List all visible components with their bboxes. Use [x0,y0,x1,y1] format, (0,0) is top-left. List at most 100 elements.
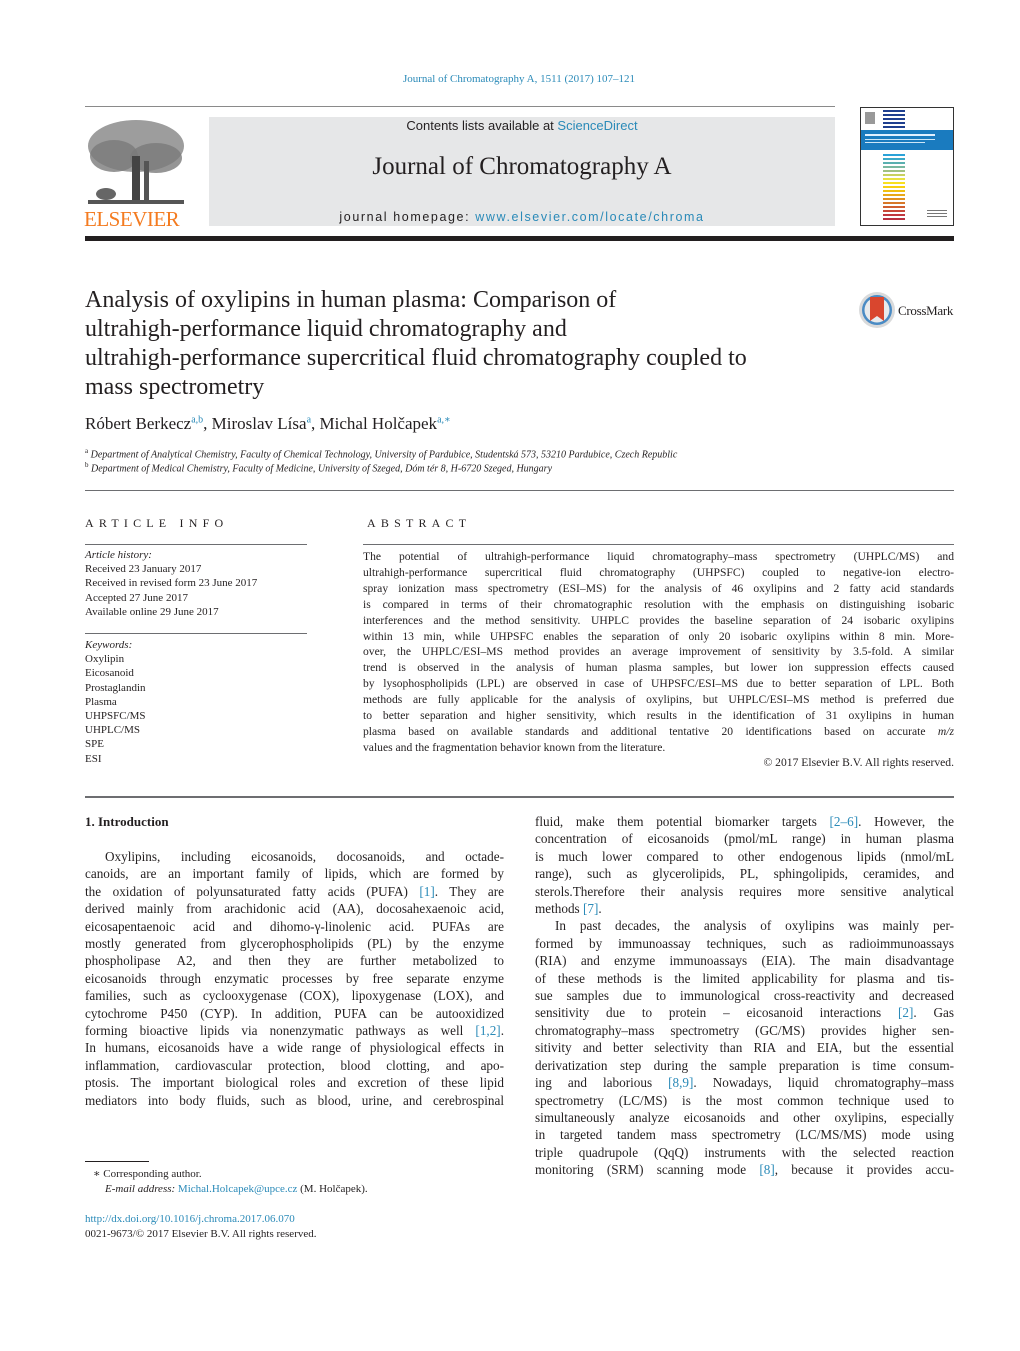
affiliation-a: a Department of Analytical Chemistry, Fa… [85,447,677,460]
abstract-line: is compared in terms of their chromatogr… [363,597,954,611]
email-note: E-mail address: Michal.Holcapek@upce.cz … [93,1182,368,1197]
sciencedirect-link[interactable]: ScienceDirect [557,118,637,133]
article-info-heading: ARTICLE INFO [85,516,229,530]
author-separator: , [203,414,212,433]
body-line: concentration of eicosanoids (pmol/mL ra… [535,831,954,847]
abstract-line: methods are fully applicable for the ana… [363,693,954,707]
header-rule [85,106,835,107]
homepage-line: journal homepage: www.elsevier.com/locat… [209,210,835,224]
keywords-label: Keywords: [85,639,133,651]
body-line: chromatography–mass spectrometry (GC/MS)… [535,1022,954,1038]
history-item: Received in revised form 23 June 2017 [85,577,258,590]
homepage-link[interactable]: www.elsevier.com/locate/chroma [475,210,704,224]
journal-reference-link[interactable]: Journal of Chromatography A, 1511 (2017)… [0,73,1020,85]
email-label: E-mail address: [105,1183,176,1195]
section-rule [85,490,954,491]
affiliation-text: Department of Analytical Chemistry, Facu… [90,449,678,461]
email-suffix: (M. Holčapek). [297,1183,368,1195]
body-line: In humans, eicosanoids have a wide range… [85,1040,504,1056]
keyword-item: ESI [85,752,102,765]
history-item: Received 23 January 2017 [85,563,202,576]
title-line: ultrahigh-performance liquid chromatogra… [85,316,567,342]
body-line: is much lower compared to other endogeno… [535,848,954,864]
body-line: derivatization step during the sample pr… [535,1057,954,1073]
elsevier-logo-text: ELSEVIER [84,207,180,231]
abstract-line: The potential of ultrahigh-performance l… [363,550,954,563]
affiliation-text: Department of Medical Chemistry, Faculty… [91,463,553,475]
author-name[interactable]: Michal Holčapek [320,414,438,433]
abstract-line: interferences and the method sensitivity… [363,613,954,627]
body-line: ing and laborious [8,9]. Nowadays, liqui… [535,1075,954,1091]
corresponding-author-note: ∗ Corresponding author. [93,1167,368,1182]
issn-copyright: 0021-9673/© 2017 Elsevier B.V. All right… [85,1228,317,1240]
citation-link[interactable]: [1] [419,884,434,899]
body-line: sterols.Therefore their analysis require… [535,883,954,899]
body-line: of these methods is the limited applicab… [535,970,954,986]
body-line: sitivity and better selectivity than RIA… [535,1040,954,1056]
info-rule [85,633,307,634]
body-line: in targeted tandem mass spectrometry (LC… [535,1127,954,1143]
citation-link[interactable]: [1,2] [475,1023,500,1038]
title-line: Analysis of oxylipins in human plasma: C… [85,287,617,313]
history-item: Available online 29 June 2017 [85,605,219,618]
journal-cover-icon [861,110,953,220]
body-line: derived mainly from arachidonic acid (AA… [85,901,504,917]
keyword-item: Eicosanoid [85,667,134,680]
abstract-line: over, the UHPLC/ESI–MS method provides a… [363,645,954,659]
body-line: mediators into body fluids, such as bloo… [85,1092,504,1108]
citation-link[interactable]: [8] [759,1162,774,1177]
affiliation-mark: b [85,461,89,469]
author-affiliation-mark[interactable]: a,∗ [437,414,451,425]
citation-link[interactable]: [8,9] [668,1075,693,1090]
doi-link[interactable]: http://dx.doi.org/10.1016/j.chroma.2017.… [85,1213,295,1225]
abstract-heading: ABSTRACT [367,516,472,530]
body-line: the oxidation of polyunsaturated fatty a… [85,883,504,899]
abstract-line: plasma based on available standards and … [363,724,954,738]
header-thick-rule [85,236,954,241]
affiliation-mark: a [85,447,89,455]
body-line: canoids, are an important family of lipi… [85,866,504,882]
body-line: forming bioactive lipids via nonenzymati… [85,1023,504,1039]
abstract-line: ultrahigh-performance supercritical flui… [363,565,954,579]
contents-line: Contents lists available at ScienceDirec… [209,118,835,133]
article-title: Analysis of oxylipins in human plasma: C… [85,286,845,402]
body-line: eicosanoids through enzymatic processes … [85,970,504,986]
body-line: triple quadrupole (QqQ) instruments with… [535,1144,954,1160]
body-line: Oxylipins, including eicosanoids, docosa… [105,849,504,864]
keyword-item: SPE [85,738,104,751]
body-line: inflammation, cardiovascular protection,… [85,1057,504,1073]
body-line: formed by immunoassay techniques, such a… [535,935,954,951]
author-affiliation-mark[interactable]: a,b [191,414,203,425]
body-line: fluid, make them potential biomarker tar… [535,814,954,829]
author-name[interactable]: Róbert Berkecz [85,414,191,433]
citation-link[interactable]: [7] [583,901,598,916]
body-line: (RIA) and enzyme immunoassays (EIA). The… [535,953,954,969]
body-line: methods [7]. [535,901,602,917]
body-line: ptosis. The important biological roles a… [85,1075,504,1091]
keyword-item: Plasma [85,695,117,708]
email-link[interactable]: Michal.Holcapek@upce.cz [178,1183,297,1195]
citation-link[interactable]: [2–6] [830,814,859,829]
author-separator: , [311,414,320,433]
keyword-item: Oxylipin [85,653,125,666]
keywords: Keywords: Oxylipin Eicosanoid Prostaglan… [85,638,146,766]
contents-prefix: Contents lists available at [406,118,558,133]
author-name[interactable]: Miroslav Lísa [212,414,307,433]
abstract-line: within 13 min, while UHPSFC enables the … [363,629,954,643]
article-history-label: Article history: [85,549,152,561]
body-line: cytochrome P450 (CYP). In addition, PUFA… [85,1005,504,1021]
keyword-item: UHPSFC/MS [85,710,146,723]
abstract-line: values and the fragmentation behavior kn… [363,740,666,754]
crossmark-button[interactable]: CrossMark [858,290,958,330]
abstract-rule [363,544,954,545]
body-line: spectrometry (LC/MS) is the most common … [535,1092,954,1108]
section-heading-introduction: 1. Introduction [85,814,169,829]
citation-link[interactable]: [2] [898,1005,913,1020]
journal-cover-thumbnail[interactable] [860,107,954,226]
journal-title: Journal of Chromatography A [372,153,672,180]
abstract-line: trend is observed in the analysis of hum… [363,661,954,675]
abstract-text: The potential of ultrahigh-performance l… [363,549,954,756]
title-line: ultrahigh-performance supercritical flui… [85,345,747,371]
body-line: eicosapentaenoic acid and dihomo-γ-linol… [85,918,504,934]
body-rule [85,796,954,798]
